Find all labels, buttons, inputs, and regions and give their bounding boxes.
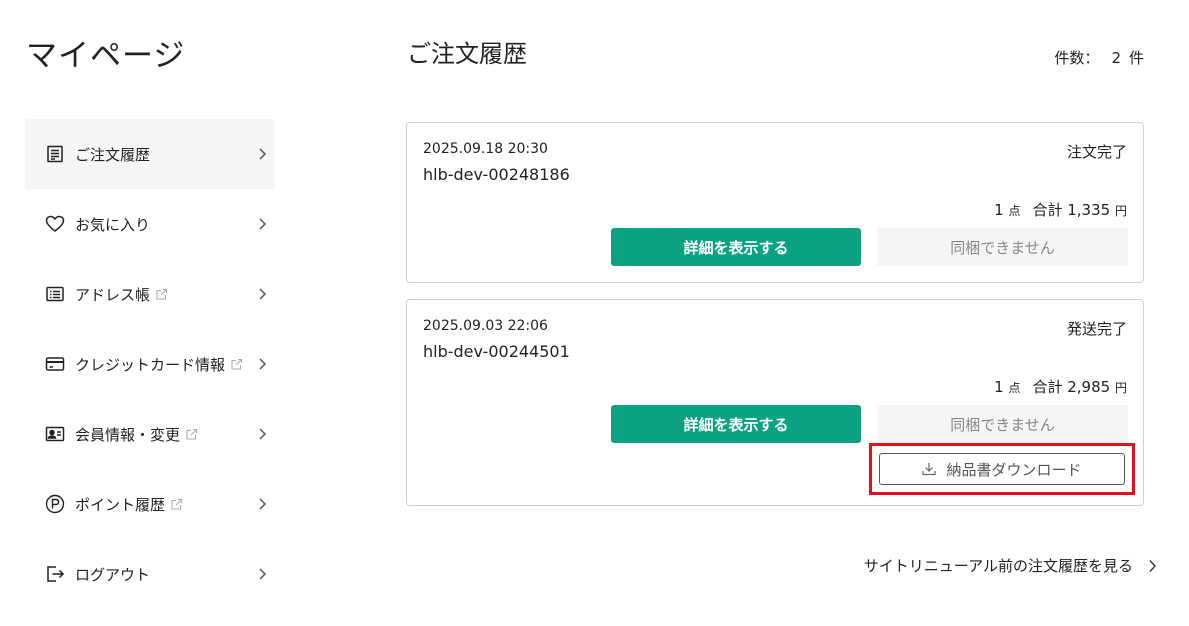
page-title: マイページ (26, 38, 186, 74)
cannot-bundle-text: 同梱できません (950, 238, 1055, 257)
order-total-amount: 2,985 (1067, 378, 1111, 396)
receipt-icon (44, 143, 66, 165)
cannot-bundle-label: 同梱できません (877, 228, 1128, 266)
sidebar-item-label: ご注文履歴 (75, 145, 151, 164)
order-total: 1 点合計 1,335 円 (994, 199, 1127, 220)
logout-icon (44, 563, 66, 585)
sidebar-item-label: 会員情報・変更 (75, 425, 181, 444)
credit-card-icon (44, 353, 66, 375)
sidebar-item-label: お気に入り (75, 215, 151, 234)
order-qty: 1 (994, 201, 1004, 219)
sidebar-item-label: アドレス帳 (75, 285, 151, 304)
chevron-right-icon (1149, 559, 1156, 572)
order-status: 発送完了 (1066, 320, 1127, 338)
view-details-button[interactable]: 詳細を表示する (611, 405, 861, 443)
id-card-icon (44, 423, 66, 445)
cannot-bundle-label: 同梱できません (877, 405, 1128, 443)
sidebar-item-address-book[interactable]: アドレス帳 (25, 259, 275, 329)
download-icon (922, 463, 937, 476)
chevron-right-icon (257, 218, 267, 230)
download-highlight-box: 納品書ダウンロード (869, 443, 1135, 495)
order-id: hlb-dev-00248186 (423, 165, 570, 184)
order-count-label: 件数： (1054, 49, 1100, 67)
download-invoice-button[interactable]: 納品書ダウンロード (879, 453, 1125, 485)
order-currency: 円 (1114, 204, 1127, 218)
order-id: hlb-dev-00244501 (423, 342, 570, 361)
order-datetime: 2025.09.03 22:06 (423, 318, 548, 334)
chevron-right-icon (257, 358, 267, 370)
sidebar-item-point-history[interactable]: ポイント履歴 (25, 469, 275, 539)
old-order-history-link[interactable]: サイトリニューアル前の注文履歴を見る (864, 555, 1157, 576)
order-status: 注文完了 (1066, 143, 1127, 161)
chevron-right-icon (257, 498, 267, 510)
order-total-label: 合計 (1032, 201, 1063, 219)
sidebar-item-favorites[interactable]: お気に入り (25, 189, 275, 259)
external-link-icon (185, 428, 198, 441)
external-link-icon (230, 358, 243, 371)
order-datetime: 2025.09.18 20:30 (423, 141, 548, 157)
address-book-icon (44, 283, 66, 305)
order-card: 2025.09.03 22:06 hlb-dev-00244501 発送完了 1… (406, 299, 1144, 506)
external-link-icon (155, 288, 168, 301)
download-invoice-label: 納品書ダウンロード (946, 460, 1082, 479)
sidebar-item-credit-card[interactable]: クレジットカード情報 (25, 329, 275, 399)
sidebar-item-label: ログアウト (75, 565, 151, 584)
order-currency: 円 (1114, 381, 1127, 395)
order-total-amount: 1,335 (1067, 201, 1111, 219)
sidebar-item-logout[interactable]: ログアウト (25, 539, 275, 609)
sidebar: ご注文履歴 お気に入り アドレス帳 クレジットカード情報 会員情報・変更 ポイン… (25, 119, 275, 609)
order-count: 件数： 2 件 (1054, 47, 1144, 68)
sidebar-item-order-history[interactable]: ご注文履歴 (25, 119, 275, 189)
order-total: 1 点合計 2,985 円 (994, 376, 1127, 397)
chevron-right-icon (257, 148, 267, 160)
view-details-button[interactable]: 詳細を表示する (611, 228, 861, 266)
external-link-icon (170, 498, 183, 511)
order-qty: 1 (994, 378, 1004, 396)
order-qty-unit: 点 (1008, 381, 1021, 395)
point-icon (44, 493, 66, 515)
sidebar-item-label: ポイント履歴 (75, 495, 166, 514)
old-order-history-label: サイトリニューアル前の注文履歴を見る (863, 557, 1133, 575)
sidebar-item-label: クレジットカード情報 (75, 355, 226, 374)
order-total-label: 合計 (1032, 378, 1063, 396)
chevron-right-icon (257, 568, 267, 580)
order-count-unit: 件 (1128, 49, 1144, 67)
section-title: ご注文履歴 (407, 40, 527, 68)
sidebar-item-member-info[interactable]: 会員情報・変更 (25, 399, 275, 469)
order-qty-unit: 点 (1008, 204, 1021, 218)
order-count-value: 2 (1111, 49, 1121, 67)
chevron-right-icon (257, 428, 267, 440)
heart-icon (44, 213, 66, 235)
cannot-bundle-text: 同梱できません (950, 415, 1055, 434)
order-card: 2025.09.18 20:30 hlb-dev-00248186 注文完了 1… (406, 122, 1144, 283)
chevron-right-icon (257, 288, 267, 300)
